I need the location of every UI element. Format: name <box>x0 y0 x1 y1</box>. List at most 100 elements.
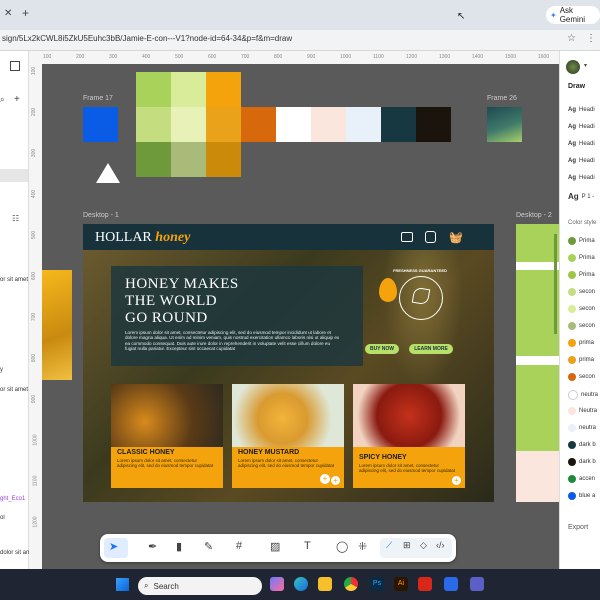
photoshop-icon[interactable]: Ps <box>370 577 384 591</box>
chrome-icon[interactable] <box>344 577 358 591</box>
product-card-spicy[interactable]: SPICY HONEY Lorem ipsum dolor sit amet, … <box>353 384 465 488</box>
color-swatch[interactable] <box>171 142 206 177</box>
basket-icon[interactable]: 🧺 <box>449 231 463 244</box>
illustrator-icon[interactable]: Ai <box>394 577 408 591</box>
draw-tab[interactable]: Draw <box>568 83 585 90</box>
star-icon[interactable]: ☆ <box>567 33 576 44</box>
desktop-2-frame[interactable] <box>516 224 559 502</box>
color-style-row[interactable]: secon <box>568 322 595 330</box>
pen-icon[interactable]: ✒ <box>148 540 157 553</box>
blue-swatch[interactable] <box>83 107 118 142</box>
jar-icon[interactable] <box>425 231 436 243</box>
buy-now-button[interactable]: BUY NOW <box>365 344 399 354</box>
color-style-row[interactable]: prima <box>568 356 594 364</box>
color-style-row[interactable]: neutra <box>568 390 598 400</box>
address-bar[interactable]: sign/5Lx2kCWL8i5ZkU5Euhc3bB/Jamie-E-con-… <box>0 30 600 51</box>
color-swatch[interactable] <box>206 72 241 107</box>
avatar[interactable] <box>566 60 580 74</box>
color-style-row[interactable]: Neutra <box>568 407 597 415</box>
panel-toggle-icon[interactable] <box>10 61 20 71</box>
acrobat-icon[interactable] <box>418 577 432 591</box>
text-style-row[interactable]: Ag Headi <box>568 141 595 147</box>
color-style-row[interactable]: secon <box>568 305 595 313</box>
site-logo[interactable]: HOLLAR honey <box>95 230 190 246</box>
desktop-2-label[interactable]: Desktop - 2 <box>516 212 552 219</box>
edge-icon[interactable] <box>294 577 308 591</box>
export-label[interactable]: Export <box>568 524 588 531</box>
color-swatch[interactable] <box>311 107 346 142</box>
teams-icon[interactable] <box>470 577 484 591</box>
color-swatch[interactable] <box>206 107 241 142</box>
color-swatch[interactable] <box>136 72 171 107</box>
layer-text-3[interactable]: or sit amet <box>0 387 28 393</box>
desktop-1-label[interactable]: Desktop - 1 <box>83 212 119 219</box>
search-layers-icon[interactable]: ⌕ <box>0 95 4 105</box>
color-style-row[interactable]: neutra <box>568 424 596 432</box>
color-swatch[interactable] <box>416 107 451 142</box>
ask-gemini-button[interactable]: ✦ Ask Gemini <box>546 6 600 24</box>
color-style-row[interactable]: Prima <box>568 271 595 279</box>
color-swatch[interactable] <box>241 107 276 142</box>
components-icon[interactable]: ⁜ <box>358 540 367 553</box>
gradient-swatch[interactable] <box>487 107 522 142</box>
tab-close-icon[interactable]: ✕ <box>4 8 12 19</box>
color-swatch[interactable] <box>276 107 311 142</box>
text-style-row[interactable]: Ag Headi <box>568 158 595 164</box>
layer-text-4[interactable]: ght_Eco1 <box>0 496 25 502</box>
app-icon-blue[interactable] <box>444 577 458 591</box>
color-style-row[interactable]: secon <box>568 373 595 381</box>
frame-17-label[interactable]: Frame 17 <box>83 95 113 102</box>
honey-image-partial[interactable] <box>42 270 72 380</box>
image-tool-icon[interactable]: ▨ <box>270 540 280 553</box>
color-style-row[interactable]: Prima <box>568 254 595 262</box>
color-style-row[interactable]: dark b <box>568 458 596 466</box>
comment-icon[interactable]: ◯ <box>336 540 348 553</box>
color-swatch[interactable] <box>136 142 171 177</box>
photos-icon[interactable] <box>270 577 284 591</box>
text-style-row[interactable]: Ag Headi <box>568 107 595 113</box>
color-swatch[interactable] <box>346 107 381 142</box>
color-style-row[interactable]: secon <box>568 288 595 296</box>
text-style-row[interactable]: Ag Headi <box>568 175 595 181</box>
color-swatch[interactable] <box>171 72 206 107</box>
design-mode-icon[interactable]: ⊞ <box>403 540 411 551</box>
color-style-row[interactable]: accen <box>568 475 595 483</box>
sort-icon[interactable]: ☷ <box>12 214 19 223</box>
color-swatch[interactable] <box>136 107 171 142</box>
prototype-icon[interactable]: ◇ <box>420 540 427 551</box>
learn-more-button[interactable]: LEARN MORE <box>409 344 453 354</box>
text-tool-icon[interactable]: T <box>304 540 311 552</box>
text-style-row[interactable]: Ag P 1 - <box>568 192 594 201</box>
triangle-shape[interactable] <box>96 163 120 183</box>
windows-start-icon[interactable] <box>116 578 129 591</box>
desktop-2-scrollbar[interactable] <box>554 234 557 334</box>
add-product-button[interactable]: + <box>331 476 340 485</box>
chevron-down-icon[interactable]: ▾ <box>584 62 587 69</box>
color-swatch[interactable] <box>206 142 241 177</box>
new-tab-button[interactable]: + <box>22 6 29 20</box>
desktop-1-frame[interactable]: HOLLAR honey 🧺 HONEY MAKES THE WORLD GO … <box>83 224 494 502</box>
product-card-mustard[interactable]: HONEY MUSTARD Lorem ipsum dolor sit amet… <box>232 384 344 488</box>
layer-text-5[interactable]: ol <box>0 515 5 521</box>
layer-text-2[interactable]: y <box>0 367 3 373</box>
draw-mode-icon[interactable]: ⟋ <box>386 540 392 551</box>
color-style-row[interactable]: Prima <box>568 237 595 245</box>
frame-tool-icon[interactable]: # <box>236 540 242 552</box>
marker-icon[interactable]: ▮ <box>176 540 182 553</box>
frame-26-label[interactable]: Frame 26 <box>487 95 517 102</box>
extensions-icon[interactable]: ⋮ <box>586 33 596 44</box>
selected-page-row[interactable] <box>0 169 28 182</box>
dev-mode-icon[interactable]: ‹/› <box>436 540 445 550</box>
file-explorer-icon[interactable] <box>318 577 332 591</box>
color-style-row[interactable]: blue a <box>568 492 595 500</box>
color-style-row[interactable]: prima <box>568 339 594 347</box>
pencil-icon[interactable]: ✎ <box>204 540 213 553</box>
color-style-row[interactable]: dark b <box>568 441 596 449</box>
chat-icon[interactable] <box>401 232 413 242</box>
layer-text-1[interactable]: or sit amet <box>0 277 28 283</box>
color-swatch[interactable] <box>171 107 206 142</box>
add-product-button[interactable]: + <box>452 476 461 485</box>
add-page-button[interactable]: + <box>14 94 20 105</box>
product-card-classic[interactable]: CLASSIC HONEY Lorem ipsum dolor sit amet… <box>111 384 223 488</box>
color-swatch[interactable] <box>381 107 416 142</box>
